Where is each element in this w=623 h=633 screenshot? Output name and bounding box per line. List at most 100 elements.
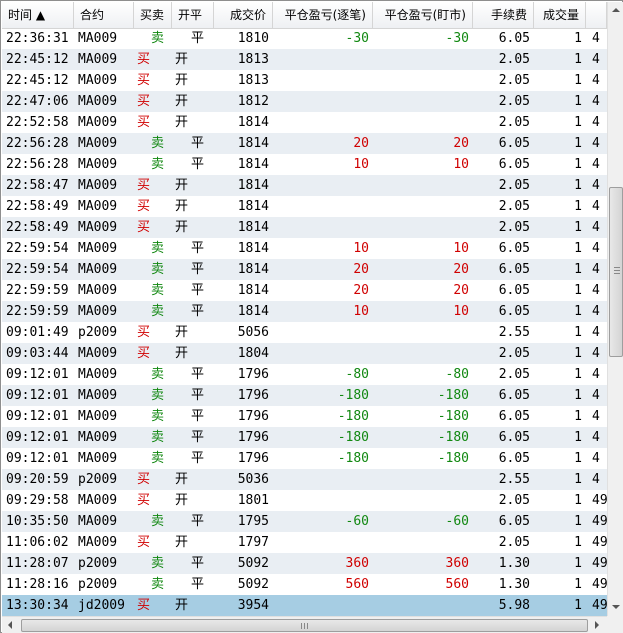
column-header-fee[interactable]: 手续费	[473, 2, 534, 29]
cell-pnl-per-trade	[273, 196, 373, 217]
table-row[interactable]: 09:01:49 p2009 买 开 5056 2.55 1 4	[2, 322, 607, 343]
table-row[interactable]: 22:59:54 MA009 卖 平 1814 20 20 6.05 1 4	[2, 259, 607, 280]
cell-open-close: 平	[191, 451, 205, 466]
cell-side: 卖	[151, 283, 165, 298]
cell-side: 买	[137, 346, 151, 361]
cell-extra: 4	[592, 472, 600, 487]
cell-price: 1796	[237, 388, 269, 403]
cell-time: 22:59:54	[6, 241, 69, 256]
cell-volume: 1	[574, 262, 582, 277]
vertical-scrollbar[interactable]	[607, 2, 623, 616]
column-header-time[interactable]: 时间 ▲	[2, 2, 74, 29]
table-row[interactable]: 22:52:58 MA009 买 开 1814 2.05 1 4	[2, 112, 607, 133]
table-row[interactable]: 22:59:59 MA009 卖 平 1814 20 20 6.05 1 4	[2, 280, 607, 301]
column-header-pnl-per-trade[interactable]: 平仓盈亏(逐笔)	[273, 2, 373, 29]
cell-pnl-mtm: 360	[445, 556, 469, 571]
table-row[interactable]: 13:30:34 jd2009 买 开 3954 5.98 1 49	[2, 595, 607, 616]
cell-contract: MA009	[78, 220, 118, 235]
cell-time: 22:56:28	[6, 157, 69, 172]
cell-time: 22:47:06	[6, 94, 69, 109]
cell-side: 买	[137, 493, 151, 508]
table-row[interactable]: 09:20:59 p2009 买 开 5036 2.55 1 4	[2, 469, 607, 490]
table-row[interactable]: 22:59:59 MA009 卖 平 1814 10 10 6.05 1 4	[2, 301, 607, 322]
cell-open-close: 开	[175, 346, 189, 361]
cell-pnl-per-trade: 10	[353, 304, 369, 319]
cell-side: 卖	[151, 514, 165, 529]
cell-pnl-mtm: -180	[437, 409, 469, 424]
cell-side: 卖	[151, 409, 165, 424]
table-row[interactable]: 22:56:28 MA009 卖 平 1814 20 20 6.05 1 4	[2, 133, 607, 154]
table-row[interactable]: 22:47:06 MA009 买 开 1812 2.05 1 4	[2, 91, 607, 112]
cell-pnl-per-trade	[273, 112, 373, 133]
cell-volume: 1	[574, 493, 582, 508]
horizontal-scroll-thumb[interactable]	[21, 619, 588, 632]
table-row[interactable]: 11:28:07 p2009 卖 平 5092 360 360 1.30 1 49	[2, 553, 607, 574]
table-row[interactable]: 09:29:58 MA009 买 开 1801 2.05 1 49	[2, 490, 607, 511]
table-row[interactable]: 09:12:01 MA009 卖 平 1796 -180 -180 6.05 1 4	[2, 406, 607, 427]
cell-contract: MA009	[78, 493, 118, 508]
cell-time: 13:30:34	[6, 598, 69, 613]
cell-side: 买	[137, 199, 151, 214]
cell-open-close: 平	[191, 388, 205, 403]
table-row[interactable]: 11:06:02 MA009 买 开 1797 2.05 1 49	[2, 532, 607, 553]
column-header-pnl-mtm[interactable]: 平仓盈亏(盯市)	[373, 2, 473, 29]
table-row[interactable]: 22:36:31 MA009 卖 平 1810 -30 -30 6.05 1 4	[2, 28, 607, 49]
cell-side: 卖	[151, 157, 165, 172]
table-row[interactable]: 22:58:49 MA009 买 开 1814 2.05 1 4	[2, 196, 607, 217]
table-row[interactable]: 22:56:28 MA009 卖 平 1814 10 10 6.05 1 4	[2, 154, 607, 175]
scroll-up-arrow-icon[interactable]	[612, 8, 620, 12]
table-row[interactable]: 22:45:12 MA009 买 开 1813 2.05 1 4	[2, 70, 607, 91]
cell-extra: 4	[592, 220, 600, 235]
cell-price: 5036	[237, 472, 269, 487]
table-row[interactable]: 22:58:47 MA009 买 开 1814 2.05 1 4	[2, 175, 607, 196]
cell-time: 09:12:01	[6, 409, 69, 424]
vertical-scroll-thumb[interactable]	[609, 187, 623, 357]
cell-side: 买	[137, 73, 151, 88]
table-row[interactable]: 09:12:01 MA009 卖 平 1796 -180 -180 6.05 1 4	[2, 385, 607, 406]
scroll-left-arrow-icon[interactable]	[8, 621, 12, 629]
table-row[interactable]: 09:12:01 MA009 卖 平 1796 -80 -80 2.05 1 4	[2, 364, 607, 385]
cell-volume: 1	[574, 535, 582, 550]
table-row[interactable]: 09:12:01 MA009 卖 平 1796 -180 -180 6.05 1 4	[2, 427, 607, 448]
table-row[interactable]: 22:45:12 MA009 买 开 1813 2.05 1 4	[2, 49, 607, 70]
cell-extra: 4	[592, 262, 600, 277]
cell-contract: p2009	[78, 472, 118, 487]
cell-price: 3954	[237, 598, 269, 613]
scroll-down-arrow-icon[interactable]	[612, 605, 620, 609]
cell-side: 卖	[151, 136, 165, 151]
scroll-right-arrow-icon[interactable]	[595, 621, 599, 629]
cell-volume: 1	[574, 52, 582, 67]
cell-pnl-mtm	[373, 217, 473, 238]
cell-pnl-mtm: -180	[437, 430, 469, 445]
column-header-volume[interactable]: 成交量	[534, 2, 586, 29]
column-header-side[interactable]: 买卖	[134, 2, 172, 29]
cell-extra: 4	[592, 199, 600, 214]
table-row[interactable]: 10:35:50 MA009 卖 平 1795 -60 -60 6.05 1 49	[2, 511, 607, 532]
cell-time: 09:12:01	[6, 430, 69, 445]
cell-extra: 49	[592, 577, 607, 592]
cell-extra: 4	[592, 94, 600, 109]
cell-open-close: 平	[191, 367, 205, 382]
cell-extra: 4	[592, 73, 600, 88]
table-row[interactable]: 22:58:49 MA009 买 开 1814 2.05 1 4	[2, 217, 607, 238]
trade-records-window: 时间 ▲ 合约 买卖 开平 成交价 平仓盈亏(逐笔) 平仓盈亏(盯市) 手续费 …	[0, 0, 623, 633]
cell-volume: 1	[574, 514, 582, 529]
column-header-open-close[interactable]: 开平	[172, 2, 214, 29]
table-row[interactable]: 09:12:01 MA009 卖 平 1796 -180 -180 6.05 1 4	[2, 448, 607, 469]
cell-fee: 6.05	[498, 304, 530, 319]
column-header-contract[interactable]: 合约	[74, 2, 134, 29]
cell-time: 10:35:50	[6, 514, 69, 529]
column-header-extra[interactable]	[586, 2, 607, 29]
cell-volume: 1	[574, 220, 582, 235]
cell-price: 5092	[237, 577, 269, 592]
cell-pnl-per-trade: -180	[337, 430, 369, 445]
cell-side: 买	[137, 325, 151, 340]
table-row[interactable]: 22:59:54 MA009 卖 平 1814 10 10 6.05 1 4	[2, 238, 607, 259]
horizontal-scrollbar[interactable]	[2, 616, 607, 633]
cell-volume: 1	[574, 178, 582, 193]
table-row[interactable]: 09:03:44 MA009 买 开 1804 2.05 1 4	[2, 343, 607, 364]
column-header-price[interactable]: 成交价	[214, 2, 273, 29]
table-row[interactable]: 11:28:16 p2009 卖 平 5092 560 560 1.30 1 49	[2, 574, 607, 595]
cell-open-close: 开	[175, 493, 189, 508]
cell-pnl-mtm	[373, 49, 473, 70]
